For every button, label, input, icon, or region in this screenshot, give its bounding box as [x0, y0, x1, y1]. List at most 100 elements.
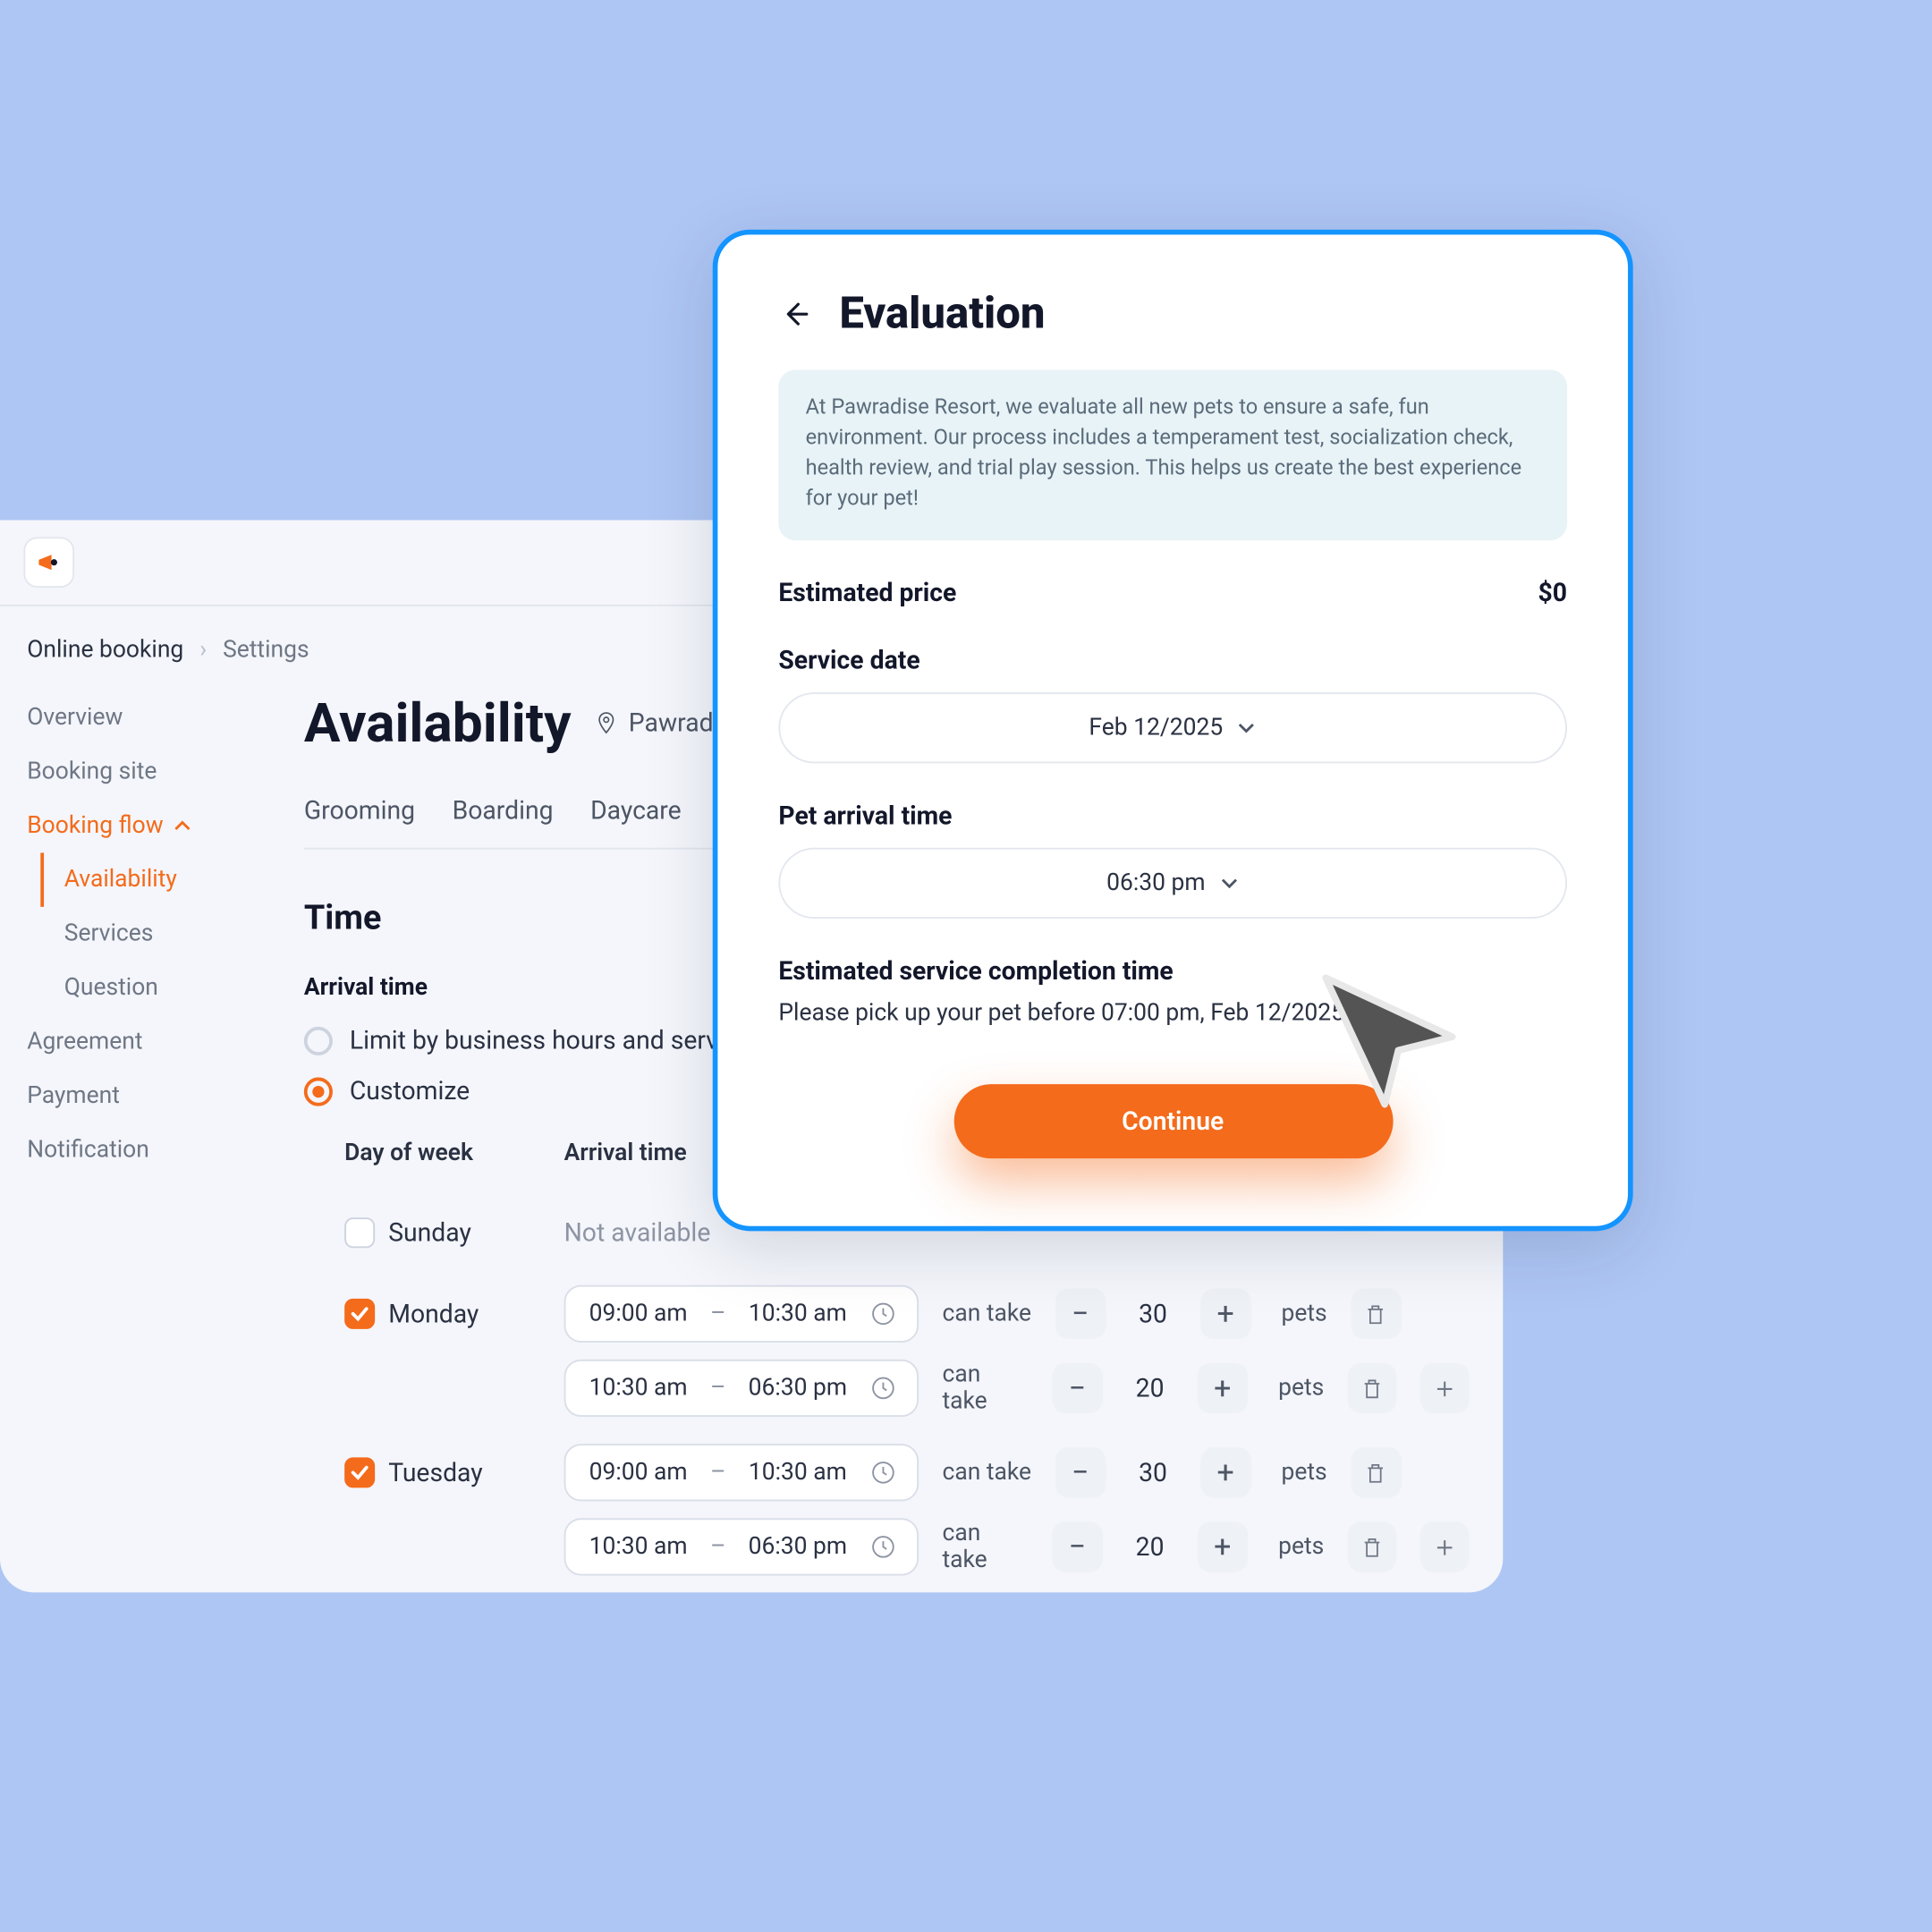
dash: – — [710, 1459, 725, 1486]
delete-slot-button[interactable] — [1351, 1447, 1402, 1498]
sidebar-item-services[interactable]: Services — [44, 907, 270, 961]
continue-button[interactable]: Continue — [953, 1083, 1393, 1157]
decrement-button[interactable]: − — [1055, 1447, 1106, 1498]
service-date-label: Service date — [778, 644, 1567, 674]
clock-icon — [869, 1301, 896, 1327]
capacity-value: 20 — [1103, 1373, 1198, 1403]
check-icon — [350, 1304, 370, 1325]
radio-label: Limit by business hours and service d — [350, 1025, 772, 1055]
can-take-label: can take — [943, 1301, 1032, 1327]
arrival-time-label: Pet arrival time — [778, 800, 1567, 830]
estimated-price-label: Estimated price — [778, 577, 956, 607]
check-icon — [350, 1462, 370, 1483]
back-arrow-icon[interactable] — [778, 297, 812, 331]
service-date-select[interactable]: Feb 12/2025 — [778, 691, 1567, 762]
trash-icon — [1363, 1301, 1388, 1326]
capacity-stepper: − 20 + — [1052, 1521, 1248, 1572]
estimated-price-value: $0 — [1538, 577, 1568, 607]
trash-icon — [1360, 1534, 1385, 1559]
pets-label: pets — [1278, 1375, 1324, 1402]
end-time: 10:30 am — [745, 1301, 850, 1327]
sidebar: Overview Booking site Booking flow Avail… — [0, 674, 270, 1592]
end-time: 10:30 am — [745, 1459, 850, 1486]
capacity-value: 20 — [1103, 1531, 1198, 1562]
modal-title: Evaluation — [839, 289, 1045, 340]
add-slot-button[interactable] — [1420, 1521, 1470, 1572]
clock-icon — [869, 1533, 896, 1560]
increment-button[interactable]: + — [1197, 1363, 1248, 1414]
time-range-input[interactable]: 10:30 am – 06:30 pm — [564, 1518, 919, 1575]
breadcrumb-main[interactable]: Online booking — [27, 637, 183, 664]
sidebar-item-overview[interactable]: Overview — [27, 691, 270, 744]
breadcrumb-sub[interactable]: Settings — [223, 637, 309, 664]
time-range-input[interactable]: 09:00 am – 10:30 am — [564, 1285, 919, 1343]
sidebar-item-payment[interactable]: Payment — [27, 1069, 270, 1123]
day-label: Sunday — [388, 1217, 471, 1248]
can-take-label: can take — [943, 1361, 1029, 1415]
continue-button-label: Continue — [1122, 1106, 1224, 1136]
can-take-label: can take — [943, 1459, 1032, 1486]
trash-icon — [1363, 1460, 1388, 1485]
sidebar-item-label: Booking flow — [27, 812, 163, 839]
service-date-value: Feb 12/2025 — [1089, 714, 1223, 741]
location-pin-icon — [595, 711, 618, 734]
capacity-stepper: − 30 + — [1055, 1447, 1250, 1498]
pets-label: pets — [1281, 1301, 1326, 1327]
tab-grooming[interactable]: Grooming — [304, 795, 415, 848]
pickup-instruction: Please pick up your pet before 07:00 pm,… — [778, 999, 1567, 1026]
dash: – — [710, 1533, 725, 1560]
arrival-time-value: 06:30 pm — [1106, 869, 1205, 895]
sidebar-item-notification[interactable]: Notification — [27, 1123, 270, 1177]
capacity-value: 30 — [1106, 1299, 1200, 1329]
time-slot: 10:30 am – 06:30 pm can take − 20 + — [564, 1518, 1470, 1575]
end-time: 06:30 pm — [745, 1533, 850, 1560]
col-day: Day of week — [344, 1140, 564, 1166]
day-checkbox-monday[interactable] — [344, 1299, 375, 1329]
app-logo — [23, 537, 74, 588]
add-slot-button[interactable] — [1420, 1363, 1470, 1414]
increment-button[interactable]: + — [1200, 1289, 1251, 1340]
sidebar-item-availability[interactable]: Availability — [40, 852, 270, 906]
delete-slot-button[interactable] — [1348, 1521, 1397, 1572]
decrement-button[interactable]: − — [1052, 1363, 1103, 1414]
radio-icon — [304, 1026, 333, 1055]
day-checkbox-tuesday[interactable] — [344, 1457, 375, 1487]
chevron-down-icon — [1219, 872, 1240, 893]
chevron-down-icon — [1236, 716, 1257, 737]
increment-button[interactable]: + — [1197, 1521, 1248, 1572]
tab-daycare[interactable]: Daycare — [590, 795, 682, 848]
schedule-row-tuesday: Tuesday 09:00 am – 10:30 am can take — [344, 1434, 1469, 1592]
arrival-time-select[interactable]: 06:30 pm — [778, 847, 1567, 918]
sidebar-item-agreement[interactable]: Agreement — [27, 1015, 270, 1069]
tab-boarding[interactable]: Boarding — [453, 795, 554, 848]
clock-icon — [869, 1375, 896, 1402]
clock-icon — [869, 1459, 896, 1486]
time-range-input[interactable]: 10:30 am – 06:30 pm — [564, 1360, 919, 1417]
time-range-input[interactable]: 09:00 am – 10:30 am — [564, 1444, 919, 1501]
schedule-row-monday: Monday 09:00 am – 10:30 am can take — [344, 1275, 1469, 1433]
radio-icon-selected — [304, 1077, 333, 1106]
decrement-button[interactable]: − — [1055, 1289, 1106, 1340]
start-time: 10:30 am — [586, 1533, 691, 1560]
end-time: 06:30 pm — [745, 1375, 850, 1402]
day-label: Monday — [388, 1299, 479, 1329]
sidebar-item-booking-site[interactable]: Booking site — [27, 745, 270, 799]
evaluation-modal: Evaluation At Pawradise Resort, we evalu… — [713, 230, 1633, 1231]
delete-slot-button[interactable] — [1348, 1363, 1397, 1414]
can-take-label: can take — [943, 1520, 1029, 1573]
delete-slot-button[interactable] — [1351, 1289, 1402, 1340]
dash: – — [710, 1301, 725, 1327]
decrement-button[interactable]: − — [1052, 1521, 1103, 1572]
capacity-stepper: − 20 + — [1052, 1363, 1248, 1414]
megaphone-icon — [34, 547, 64, 578]
sidebar-item-question[interactable]: Question — [44, 961, 270, 1014]
chevron-up-icon — [174, 818, 191, 835]
trash-icon — [1360, 1376, 1385, 1401]
day-checkbox-sunday[interactable] — [344, 1217, 375, 1248]
start-time: 10:30 am — [586, 1375, 691, 1402]
info-banner: At Pawradise Resort, we evaluate all new… — [778, 369, 1567, 539]
time-slot: 10:30 am – 06:30 pm can take − 20 + — [564, 1360, 1470, 1417]
increment-button[interactable]: + — [1200, 1447, 1251, 1498]
capacity-value: 30 — [1106, 1457, 1200, 1487]
sidebar-item-booking-flow[interactable]: Booking flow — [27, 799, 270, 852]
